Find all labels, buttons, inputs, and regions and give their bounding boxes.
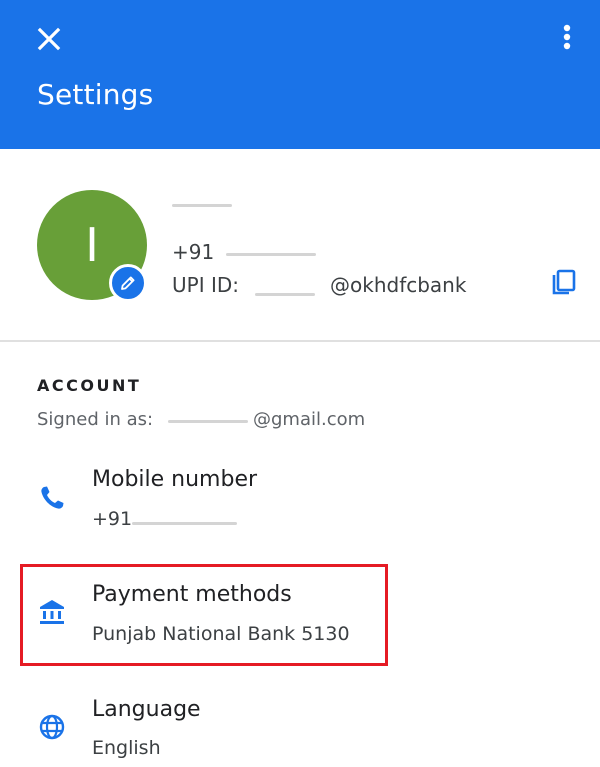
mobile-number-redacted [132, 522, 237, 525]
mobile-number-value: +91 [92, 508, 133, 530]
upi-label: UPI ID: [172, 273, 239, 297]
email-user-redacted [168, 420, 248, 423]
close-icon [37, 27, 61, 51]
globe-icon [39, 714, 65, 740]
app-bar: Settings [0, 0, 600, 149]
mobile-number-item[interactable]: Mobile number +91 [0, 455, 600, 550]
copy-icon [552, 269, 576, 295]
signed-in-text: Signed in as: @gmail.com [37, 409, 365, 430]
upi-id: UPI ID: @okhdfcbank [172, 273, 472, 297]
signed-in-email: @gmail.com [253, 409, 366, 430]
copy-upi-button[interactable] [548, 266, 580, 298]
more-options-button[interactable] [552, 18, 582, 56]
upi-suffix: @okhdfcbank [330, 273, 467, 297]
bank-icon [40, 600, 64, 624]
profile-name-redacted [172, 204, 232, 207]
payment-methods-title: Payment methods [92, 582, 292, 607]
divider [0, 340, 600, 342]
payment-methods-value: Punjab National Bank 5130 [92, 623, 350, 645]
upi-handle-redacted [255, 293, 315, 296]
language-title: Language [92, 697, 201, 722]
page-title: Settings [37, 78, 154, 111]
pencil-icon [121, 276, 135, 290]
edit-profile-button[interactable] [109, 264, 147, 302]
signed-in-label: Signed in as: [37, 409, 154, 430]
phone-prefix: +91 [172, 240, 215, 264]
phone-icon [41, 486, 64, 509]
profile-section: I +91 UPI ID: @okhdfcbank [0, 149, 600, 341]
more-vert-icon [563, 24, 571, 50]
language-item[interactable]: Language English [0, 685, 600, 767]
account-section-title: ACCOUNT [37, 376, 142, 395]
language-value: English [92, 737, 161, 759]
payment-methods-item[interactable]: Payment methods Punjab National Bank 513… [0, 570, 600, 665]
avatar-initial: I [85, 218, 99, 272]
close-button[interactable] [30, 20, 68, 58]
profile-phone: +91 [172, 240, 214, 264]
phone-number-redacted [226, 253, 316, 256]
mobile-number-title: Mobile number [92, 467, 258, 492]
